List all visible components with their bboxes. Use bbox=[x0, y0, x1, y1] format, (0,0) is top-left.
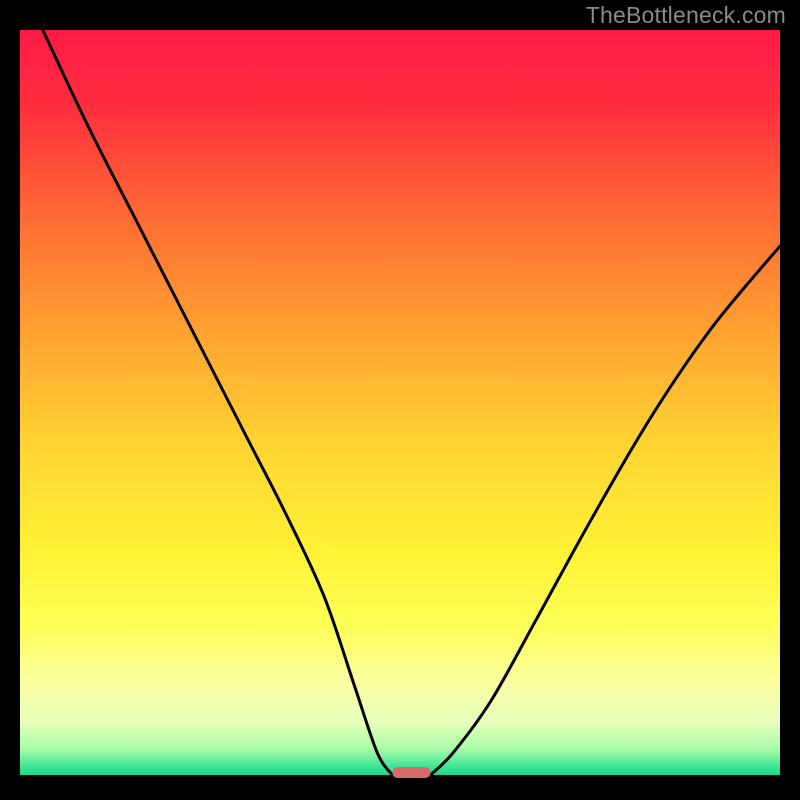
bottleneck-chart bbox=[0, 0, 800, 800]
chart-frame: TheBottleneck.com bbox=[0, 0, 800, 800]
watermark-label: TheBottleneck.com bbox=[586, 2, 786, 29]
optimum-marker bbox=[392, 767, 430, 778]
plot-background bbox=[20, 30, 780, 775]
